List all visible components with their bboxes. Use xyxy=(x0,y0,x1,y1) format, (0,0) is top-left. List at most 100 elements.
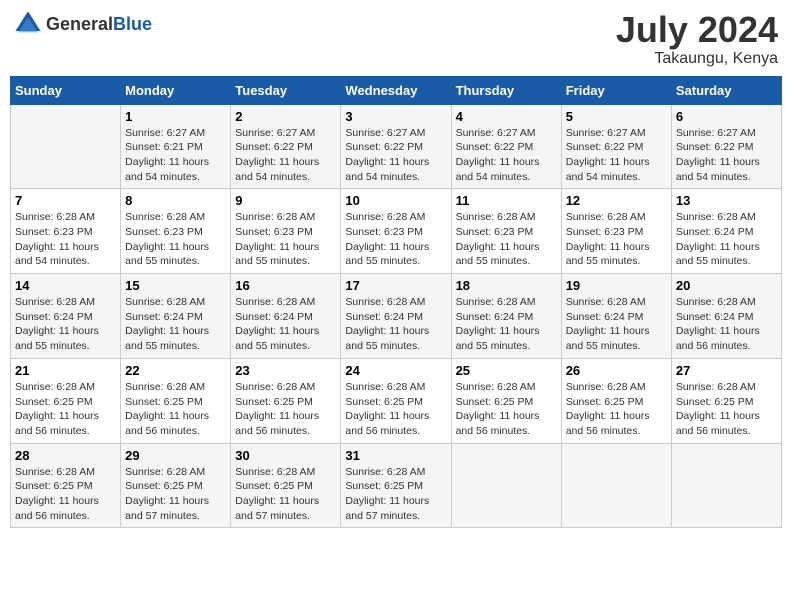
day-info: Sunrise: 6:28 AM Sunset: 6:25 PM Dayligh… xyxy=(345,380,446,439)
day-info: Sunrise: 6:28 AM Sunset: 6:25 PM Dayligh… xyxy=(15,465,116,524)
day-info: Sunrise: 6:28 AM Sunset: 6:25 PM Dayligh… xyxy=(235,465,336,524)
calendar-cell: 13Sunrise: 6:28 AM Sunset: 6:24 PM Dayli… xyxy=(671,189,781,274)
calendar-cell: 8Sunrise: 6:28 AM Sunset: 6:23 PM Daylig… xyxy=(121,189,231,274)
day-info: Sunrise: 6:28 AM Sunset: 6:23 PM Dayligh… xyxy=(235,210,336,269)
day-info: Sunrise: 6:28 AM Sunset: 6:25 PM Dayligh… xyxy=(15,380,116,439)
calendar-cell: 21 Sunrise: 6:28 AM Sunset: 6:25 PM Dayli… xyxy=(11,358,121,443)
calendar-cell: 7Sunrise: 6:28 AM Sunset: 6:23 PM Daylig… xyxy=(11,189,121,274)
day-info: Sunrise: 6:28 AM Sunset: 6:25 PM Dayligh… xyxy=(456,380,557,439)
day-info: Sunrise: 6:28 AM Sunset: 6:25 PM Dayligh… xyxy=(345,465,446,524)
month-title: July 2024 xyxy=(616,10,778,50)
calendar-cell: 5 Sunrise: 6:27 AM Sunset: 6:22 PM Daylig… xyxy=(561,104,671,189)
day-number: 16 xyxy=(235,278,336,293)
day-info: Sunrise: 6:27 AM Sunset: 6:22 PM Dayligh… xyxy=(456,126,557,185)
calendar-week-row: 28 Sunrise: 6:28 AM Sunset: 6:25 PM Dayli… xyxy=(11,443,782,528)
calendar-week-row: 14 Sunrise: 6:28 AM Sunset: 6:24 PM Dayli… xyxy=(11,274,782,359)
day-info: Sunrise: 6:28 AM Sunset: 6:23 PM Dayligh… xyxy=(125,210,226,269)
calendar-cell: 9 Sunrise: 6:28 AM Sunset: 6:23 PM Daylig… xyxy=(231,189,341,274)
day-info: Sunrise: 6:28 AM Sunset: 6:24 PM Dayligh… xyxy=(676,210,777,269)
calendar-cell: 2 Sunrise: 6:27 AM Sunset: 6:22 PM Daylig… xyxy=(231,104,341,189)
calendar-cell xyxy=(671,443,781,528)
day-number: 2 xyxy=(235,109,336,124)
calendar-cell xyxy=(11,104,121,189)
day-header: Friday xyxy=(561,76,671,104)
calendar-cell: 16Sunrise: 6:28 AM Sunset: 6:24 PM Dayli… xyxy=(231,274,341,359)
calendar-week-row: 7Sunrise: 6:28 AM Sunset: 6:23 PM Daylig… xyxy=(11,189,782,274)
day-number: 22 xyxy=(125,363,226,378)
day-info: Sunrise: 6:28 AM Sunset: 6:23 PM Dayligh… xyxy=(566,210,667,269)
day-number: 25 xyxy=(456,363,557,378)
day-number: 11 xyxy=(456,193,557,208)
page-header: GeneralBlue July 2024 Takaungu, Kenya xyxy=(10,10,782,68)
day-info: Sunrise: 6:28 AM Sunset: 6:25 PM Dayligh… xyxy=(125,465,226,524)
day-info: Sunrise: 6:28 AM Sunset: 6:23 PM Dayligh… xyxy=(15,210,116,269)
day-info: Sunrise: 6:28 AM Sunset: 6:23 PM Dayligh… xyxy=(345,210,446,269)
calendar-cell: 11 Sunrise: 6:28 AM Sunset: 6:23 PM Dayli… xyxy=(451,189,561,274)
day-number: 12 xyxy=(566,193,667,208)
logo-general: General xyxy=(46,14,113,34)
logo: GeneralBlue xyxy=(14,10,152,38)
day-number: 9 xyxy=(235,193,336,208)
day-header: Thursday xyxy=(451,76,561,104)
calendar-cell: 25 Sunrise: 6:28 AM Sunset: 6:25 PM Dayli… xyxy=(451,358,561,443)
calendar-cell: 22 Sunrise: 6:28 AM Sunset: 6:25 PM Dayli… xyxy=(121,358,231,443)
day-number: 28 xyxy=(15,448,116,463)
calendar-cell: 6 Sunrise: 6:27 AM Sunset: 6:22 PM Daylig… xyxy=(671,104,781,189)
calendar-cell: 12 Sunrise: 6:28 AM Sunset: 6:23 PM Dayli… xyxy=(561,189,671,274)
logo-blue: Blue xyxy=(113,14,152,34)
day-info: Sunrise: 6:28 AM Sunset: 6:25 PM Dayligh… xyxy=(566,380,667,439)
day-number: 21 xyxy=(15,363,116,378)
day-info: Sunrise: 6:28 AM Sunset: 6:25 PM Dayligh… xyxy=(125,380,226,439)
day-number: 19 xyxy=(566,278,667,293)
day-info: Sunrise: 6:28 AM Sunset: 6:24 PM Dayligh… xyxy=(456,295,557,354)
calendar-cell: 17 Sunrise: 6:28 AM Sunset: 6:24 PM Dayli… xyxy=(341,274,451,359)
day-info: Sunrise: 6:28 AM Sunset: 6:24 PM Dayligh… xyxy=(15,295,116,354)
calendar-cell: 30 Sunrise: 6:28 AM Sunset: 6:25 PM Dayli… xyxy=(231,443,341,528)
day-number: 4 xyxy=(456,109,557,124)
calendar-cell xyxy=(561,443,671,528)
calendar-cell: 28 Sunrise: 6:28 AM Sunset: 6:25 PM Dayli… xyxy=(11,443,121,528)
day-number: 15 xyxy=(125,278,226,293)
calendar-cell: 27 Sunrise: 6:28 AM Sunset: 6:25 PM Dayli… xyxy=(671,358,781,443)
calendar-cell: 14 Sunrise: 6:28 AM Sunset: 6:24 PM Dayli… xyxy=(11,274,121,359)
calendar-week-row: 1Sunrise: 6:27 AM Sunset: 6:21 PM Daylig… xyxy=(11,104,782,189)
day-number: 10 xyxy=(345,193,446,208)
calendar-cell: 15Sunrise: 6:28 AM Sunset: 6:24 PM Dayli… xyxy=(121,274,231,359)
calendar-cell: 23Sunrise: 6:28 AM Sunset: 6:25 PM Dayli… xyxy=(231,358,341,443)
day-number: 24 xyxy=(345,363,446,378)
day-number: 5 xyxy=(566,109,667,124)
day-number: 18 xyxy=(456,278,557,293)
day-number: 17 xyxy=(345,278,446,293)
day-number: 27 xyxy=(676,363,777,378)
day-header: Wednesday xyxy=(341,76,451,104)
calendar-cell: 4 Sunrise: 6:27 AM Sunset: 6:22 PM Daylig… xyxy=(451,104,561,189)
calendar-cell: 20 Sunrise: 6:28 AM Sunset: 6:24 PM Dayli… xyxy=(671,274,781,359)
day-header: Saturday xyxy=(671,76,781,104)
calendar-table: SundayMondayTuesdayWednesdayThursdayFrid… xyxy=(10,76,782,529)
day-info: Sunrise: 6:27 AM Sunset: 6:22 PM Dayligh… xyxy=(235,126,336,185)
day-number: 3 xyxy=(345,109,446,124)
day-info: Sunrise: 6:28 AM Sunset: 6:24 PM Dayligh… xyxy=(345,295,446,354)
calendar-cell: 10 Sunrise: 6:28 AM Sunset: 6:23 PM Dayli… xyxy=(341,189,451,274)
day-number: 30 xyxy=(235,448,336,463)
calendar-cell xyxy=(451,443,561,528)
calendar-cell: 31Sunrise: 6:28 AM Sunset: 6:25 PM Dayli… xyxy=(341,443,451,528)
day-header: Sunday xyxy=(11,76,121,104)
day-number: 1 xyxy=(125,109,226,124)
day-info: Sunrise: 6:28 AM Sunset: 6:24 PM Dayligh… xyxy=(676,295,777,354)
header-row: SundayMondayTuesdayWednesdayThursdayFrid… xyxy=(11,76,782,104)
day-info: Sunrise: 6:28 AM Sunset: 6:23 PM Dayligh… xyxy=(456,210,557,269)
calendar-cell: 29Sunrise: 6:28 AM Sunset: 6:25 PM Dayli… xyxy=(121,443,231,528)
day-number: 14 xyxy=(15,278,116,293)
title-block: July 2024 Takaungu, Kenya xyxy=(616,10,778,68)
day-number: 20 xyxy=(676,278,777,293)
day-number: 6 xyxy=(676,109,777,124)
calendar-cell: 1Sunrise: 6:27 AM Sunset: 6:21 PM Daylig… xyxy=(121,104,231,189)
day-info: Sunrise: 6:28 AM Sunset: 6:25 PM Dayligh… xyxy=(676,380,777,439)
location-title: Takaungu, Kenya xyxy=(616,50,778,68)
calendar-week-row: 21 Sunrise: 6:28 AM Sunset: 6:25 PM Dayli… xyxy=(11,358,782,443)
day-info: Sunrise: 6:27 AM Sunset: 6:22 PM Dayligh… xyxy=(676,126,777,185)
day-info: Sunrise: 6:27 AM Sunset: 6:22 PM Dayligh… xyxy=(566,126,667,185)
logo-icon xyxy=(14,10,42,38)
day-info: Sunrise: 6:27 AM Sunset: 6:22 PM Dayligh… xyxy=(345,126,446,185)
